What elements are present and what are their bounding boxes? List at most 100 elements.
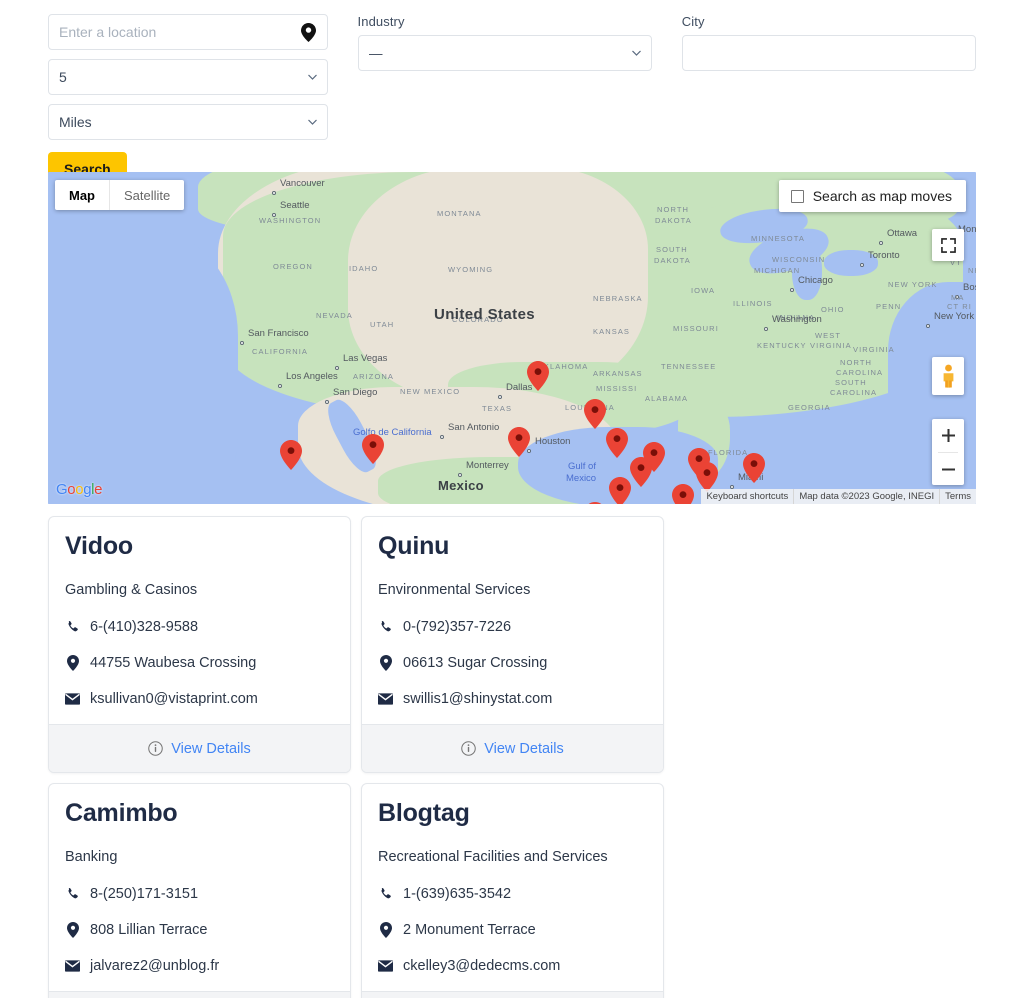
map-city-dot [325,400,329,404]
terms-link[interactable]: Terms [939,489,976,504]
map-marker[interactable] [362,434,384,464]
map-city-dot [498,395,502,399]
info-circle-icon [461,741,476,756]
business-address: 06613 Sugar Crossing [403,654,547,672]
industry-select[interactable]: — [358,35,652,71]
phone-icon [65,887,80,901]
business-email: ksullivan0@vistaprint.com [90,690,258,708]
business-card[interactable]: Blogtag Recreational Facilities and Serv… [361,783,664,998]
map-type-map-button[interactable]: Map [55,180,110,210]
map-canvas[interactable]: VancouverSeattleWASHINGTONMONTANANORTHDA… [48,172,976,504]
view-details-label: View Details [484,741,564,757]
business-phone: 0-(792)357-7226 [403,618,511,636]
location-pin-icon [378,922,393,938]
search-filters: 5102550100 MilesKilometers Search Indust… [48,14,976,186]
radius-select-wrap: 5102550100 [48,59,328,95]
map-marker[interactable] [280,440,302,470]
zoom-in-button[interactable] [932,419,964,452]
unit-select[interactable]: MilesKilometers [48,104,328,140]
city-input[interactable] [682,35,976,71]
business-card[interactable]: Vidoo Gambling & Casinos 6-(410)328-9588… [48,516,351,773]
radius-select[interactable]: 5102550100 [48,59,328,95]
map-marker[interactable] [584,502,606,504]
business-industry: Recreational Facilities and Services [378,848,647,866]
map-city-dot [278,384,282,388]
map-marker[interactable] [584,399,606,429]
map-type-control[interactable]: Map Satellite [55,180,184,210]
map-marker[interactable] [508,427,530,457]
search-as-map-moves-label: Search as map moves [813,188,952,204]
location-input-wrap [48,14,328,50]
industry-label: Industry [358,14,652,30]
business-name: Vidoo [65,532,334,561]
business-email: jalvarez2@unblog.fr [90,957,219,975]
map-marker[interactable] [672,484,694,504]
map-marker[interactable] [527,361,549,391]
fullscreen-icon [941,238,956,253]
use-my-location-button[interactable] [298,21,320,43]
business-address-row: 06613 Sugar Crossing [378,654,647,672]
map-data-text: Map data ©2023 Google, INEGI [793,489,939,504]
business-address-row: 808 Lillian Terrace [65,921,334,939]
view-details-button[interactable]: View Details [49,724,350,772]
view-details-button[interactable]: View Details [362,724,663,772]
map-marker[interactable] [630,457,652,487]
business-phone-row: 0-(792)357-7226 [378,618,647,636]
business-industry: Environmental Services [378,581,647,599]
envelope-icon [65,693,80,705]
view-details-button[interactable]: View Details [49,991,350,998]
page-root: 5102550100 MilesKilometers Search Indust… [0,0,1024,998]
envelope-icon [378,960,393,972]
plus-icon [942,429,955,442]
search-as-map-moves-checkbox[interactable] [791,190,804,203]
location-input[interactable] [48,14,328,50]
location-pin-icon [65,655,80,671]
street-view-pegman-button[interactable] [932,357,964,395]
map-water-greatlakes-3 [824,250,878,276]
business-industry: Banking [65,848,334,866]
location-filter-column: 5102550100 MilesKilometers Search [48,14,328,186]
map-city-dot [272,191,276,195]
map-marker[interactable] [606,428,628,458]
map-city-dot [926,324,930,328]
map-city-dot [335,366,339,370]
minus-icon [942,463,955,476]
business-card[interactable]: Camimbo Banking 8-(250)171-3151 808 Lill… [48,783,351,998]
map-marker[interactable] [609,477,631,504]
business-email: swillis1@shinystat.com [403,690,552,708]
business-address: 2 Monument Terrace [403,921,536,939]
map-attribution: Keyboard shortcuts Map data ©2023 Google… [701,489,976,504]
map-zoom-control[interactable] [932,419,964,485]
keyboard-shortcuts-link[interactable]: Keyboard shortcuts [701,489,793,504]
business-email-row: jalvarez2@unblog.fr [65,957,334,975]
business-address: 44755 Waubesa Crossing [90,654,256,672]
unit-select-wrap: MilesKilometers [48,104,328,140]
card-body: Camimbo Banking 8-(250)171-3151 808 Lill… [49,784,350,991]
business-phone-row: 6-(410)328-9588 [65,618,334,636]
business-address-row: 2 Monument Terrace [378,921,647,939]
view-details-button[interactable]: View Details [362,991,663,998]
business-email-row: swillis1@shinystat.com [378,690,647,708]
zoom-out-button[interactable] [932,453,964,486]
map-city-dot [458,473,462,477]
map-marker[interactable] [743,453,765,483]
map-type-satellite-button[interactable]: Satellite [110,180,184,210]
map-label: NH [968,266,976,275]
phone-icon [65,620,80,634]
card-body: Blogtag Recreational Facilities and Serv… [362,784,663,991]
card-body: Vidoo Gambling & Casinos 6-(410)328-9588… [49,517,350,724]
map-water-greatlakes-2 [792,242,822,300]
business-name: Camimbo [65,799,334,828]
location-pin-icon [378,655,393,671]
search-as-map-moves-toggle[interactable]: Search as map moves [779,180,966,212]
business-address-row: 44755 Waubesa Crossing [65,654,334,672]
map-city-dot [440,435,444,439]
business-card[interactable]: Quinu Environmental Services 0-(792)357-… [361,516,664,773]
fullscreen-button[interactable] [932,229,964,261]
business-phone: 8-(250)171-3151 [90,885,198,903]
business-phone-row: 8-(250)171-3151 [65,885,334,903]
map-marker[interactable] [696,462,718,492]
google-logo: Google [56,481,102,498]
business-address: 808 Lillian Terrace [90,921,207,939]
map-city-dot [764,327,768,331]
